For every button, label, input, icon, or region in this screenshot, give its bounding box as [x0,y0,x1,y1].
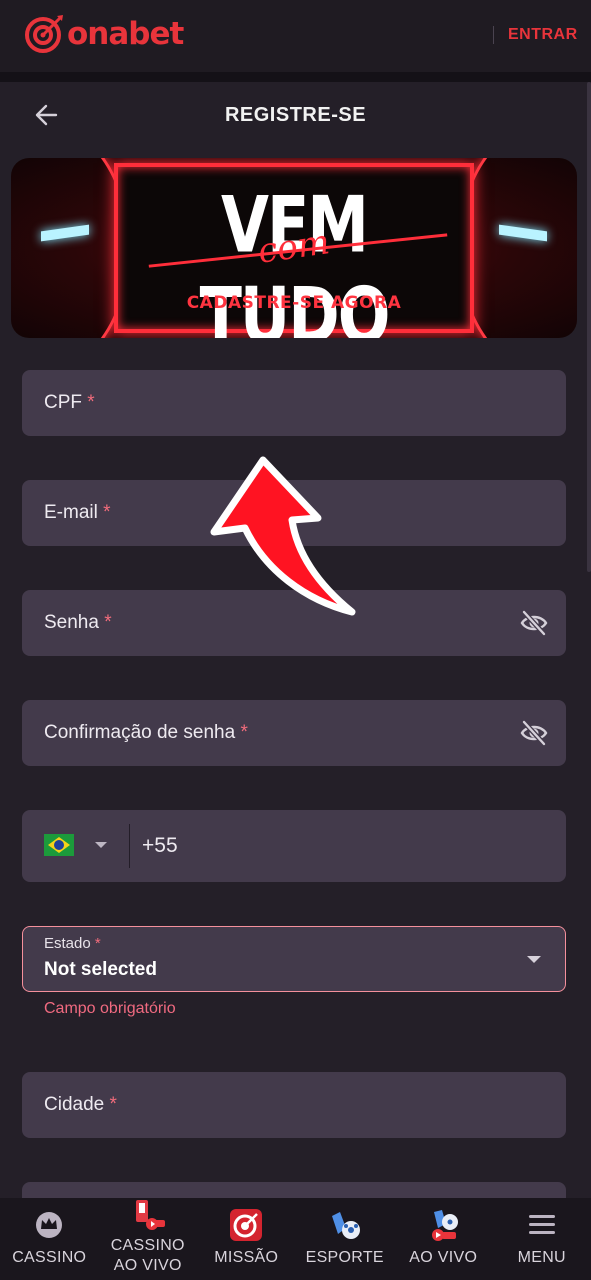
nav-item-esporte[interactable]: ESPORTE [296,1198,395,1280]
chevron-down-icon[interactable] [527,956,541,963]
eye-slash-icon[interactable] [520,720,548,746]
live-casino-icon [135,1200,165,1230]
password-label: Senha * [44,612,112,633]
soccer-shoe-icon [331,1212,360,1239]
promo-banner[interactable]: VEM TUDO com CADASTRE-SE AGORA [11,158,577,338]
logo-target-icon [25,15,63,53]
state-error-message: Campo obrigatório [44,1000,176,1017]
cpf-field[interactable]: CPF * [22,370,566,436]
city-field[interactable]: Cidade * [22,1072,566,1138]
top-bar: onabet ENTRAR [0,0,591,72]
header-strip [0,72,591,82]
red-arrow-icon [210,456,356,616]
phone-dial-code[interactable]: +55 [142,834,178,858]
nav-label: AO VIVO [409,1249,478,1266]
nav-item-cassino[interactable]: CASSINO [0,1198,99,1280]
target-icon [230,1209,263,1241]
page-title: REGISTRE-SE [224,104,367,126]
brazil-flag-icon[interactable] [44,834,74,856]
nav-label: MENU [517,1249,566,1266]
nav-label: ESPORTE [305,1249,384,1266]
nav-item-ao-vivo[interactable]: AO VIVO [394,1198,493,1280]
scrollbar[interactable] [587,82,591,572]
top-divider [493,26,494,44]
nav-item-cassino-ao-vivo[interactable]: CASSINO AO VIVO [99,1198,198,1280]
state-select[interactable]: Estado * Not selected [22,926,566,992]
nav-label: CASSINO AO VIVO [110,1237,185,1274]
password-confirm-label: Confirmação de senha * [44,722,248,743]
live-sport-icon [432,1210,459,1241]
city-label: Cidade * [44,1094,117,1115]
phone-field[interactable]: +55 [22,810,566,882]
nav-item-menu[interactable]: MENU [493,1198,591,1280]
login-button[interactable]: ENTRAR [508,26,578,44]
email-label: E-mail * [44,502,111,523]
page-header: REGISTRE-SE [0,82,591,148]
nav-item-missao[interactable]: MISSÃO [197,1198,296,1280]
banner-ring-right [457,158,577,338]
nav-label: CASSINO [12,1249,87,1266]
logo-text: onabet [67,16,184,52]
onabet-logo[interactable]: onabet [24,14,184,54]
eye-slash-icon[interactable] [520,610,548,636]
banner-cta: CADASTRE-SE AGORA [186,293,402,313]
banner-ring-left [11,158,131,338]
hamburger-icon [528,1215,555,1234]
password-confirm-field[interactable]: Confirmação de senha * [22,700,566,766]
state-value: Not selected [44,959,157,980]
bottom-nav: CASSINO CASSINO AO VIVO MISSÃO ESPORTE A… [0,1198,591,1280]
cpf-label: CPF * [44,392,95,413]
nav-label: MISSÃO [214,1249,279,1266]
phone-divider [129,824,130,868]
state-label: Estado * [44,935,101,952]
banner-neon-frame: VEM TUDO com CADASTRE-SE AGORA [114,163,474,338]
chevron-down-icon[interactable] [95,842,107,848]
crown-icon [36,1212,63,1238]
